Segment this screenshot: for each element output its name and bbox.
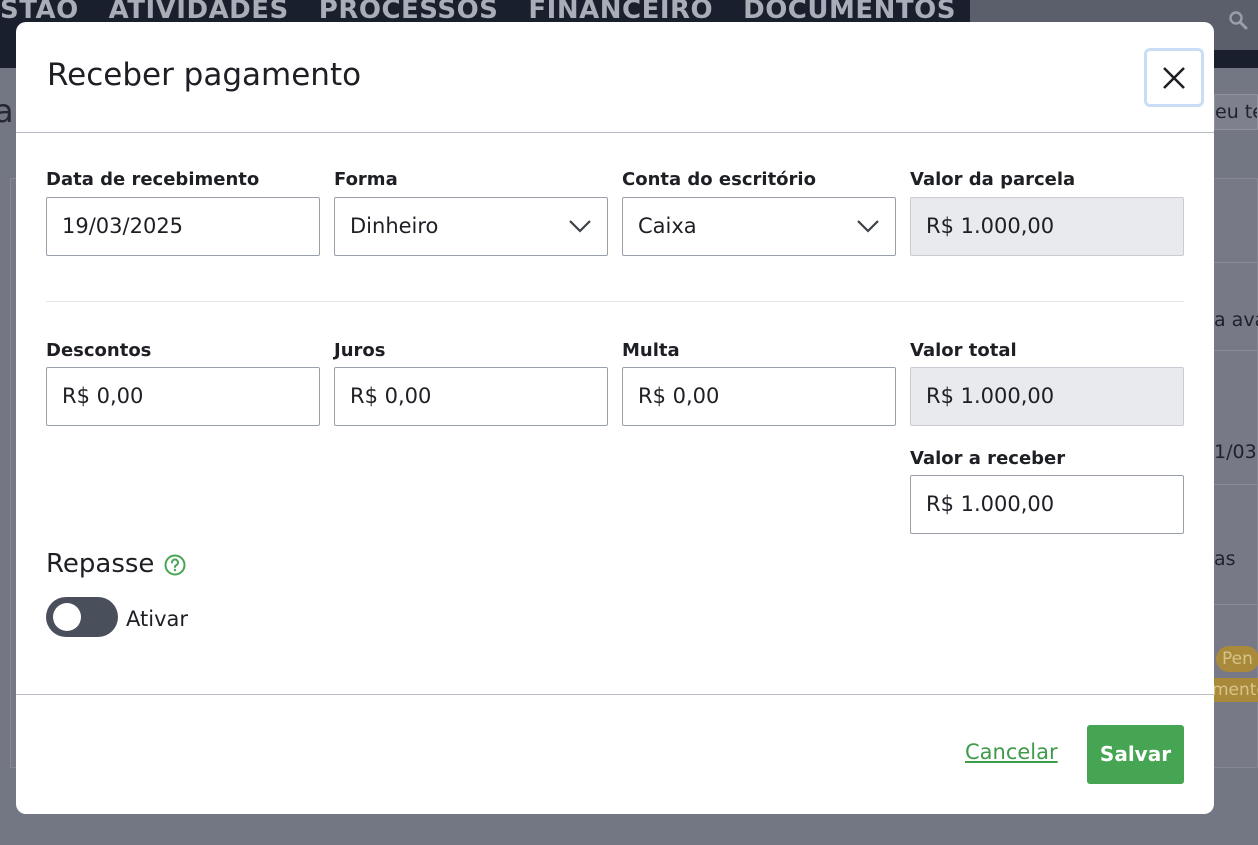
background-status-badge: Pen [1216,646,1258,672]
chevron-down-icon [569,220,591,233]
section-divider [46,301,1184,302]
fine-input[interactable]: R$ 0,00 [622,367,896,426]
total-value-field: R$ 1.000,00 [910,367,1184,426]
fine-value: R$ 0,00 [638,384,720,408]
discounts-value: R$ 0,00 [62,384,144,408]
discounts-input[interactable]: R$ 0,00 [46,367,320,426]
installment-value-field: R$ 1.000,00 [910,197,1184,256]
office-account-value: Caixa [638,214,697,238]
search-icon [1229,11,1248,30]
fine-label: Multa [622,340,680,361]
background-divider [1214,262,1258,263]
background-heading-fragment: a [0,92,14,130]
toggle-knob [53,603,81,631]
payment-method-value: Dinheiro [350,214,439,238]
repasse-toggle[interactable] [46,597,118,637]
receipt-date-input[interactable]: 19/03/2025 [46,197,320,256]
discounts-label: Descontos [46,340,152,361]
receipt-date-value: 19/03/2025 [62,214,184,238]
background-text: a ava [1214,309,1258,331]
installment-value: R$ 1.000,00 [926,214,1055,238]
repasse-heading: Repasse [46,549,155,579]
modal-header: Receber pagamento [16,22,1214,133]
background-divider [1214,604,1258,605]
close-button[interactable] [1144,48,1204,107]
interest-input[interactable]: R$ 0,00 [334,367,608,426]
total-value: R$ 1.000,00 [926,384,1055,408]
total-value-label: Valor total [910,340,1017,361]
receive-payment-modal: Receber pagamento Data de recebimento 19… [16,22,1214,814]
receipt-date-label: Data de recebimento [46,169,260,190]
close-icon [1163,66,1185,89]
installment-value-label: Valor da parcela [910,169,1076,190]
payment-method-label: Forma [334,169,398,190]
background-divider [1214,484,1258,485]
save-button[interactable]: Salvar [1087,725,1184,784]
background-text: as [1214,548,1236,570]
office-account-label: Conta do escritório [622,169,816,190]
payment-method-select[interactable]: Dinheiro [334,197,608,256]
chevron-down-icon [857,220,879,233]
repasse-toggle-label: Ativar [126,607,188,631]
interest-value: R$ 0,00 [350,384,432,408]
background-divider [1214,350,1258,351]
background-text: 1/03 [1214,441,1257,463]
amount-to-receive-input[interactable]: R$ 1.000,00 [910,475,1184,534]
office-account-select[interactable]: Caixa [622,197,896,256]
background-search-field: eu te [1214,94,1258,130]
amount-to-receive-value: R$ 1.000,00 [926,492,1055,516]
background-status-badge: mente [1212,678,1258,702]
cancel-button[interactable]: Cancelar [965,740,1058,764]
interest-label: Juros [334,340,386,361]
modal-footer-divider [16,694,1214,695]
help-icon[interactable] [164,554,186,576]
amount-to-receive-label: Valor a receber [910,448,1066,469]
modal-title: Receber pagamento [47,57,362,93]
